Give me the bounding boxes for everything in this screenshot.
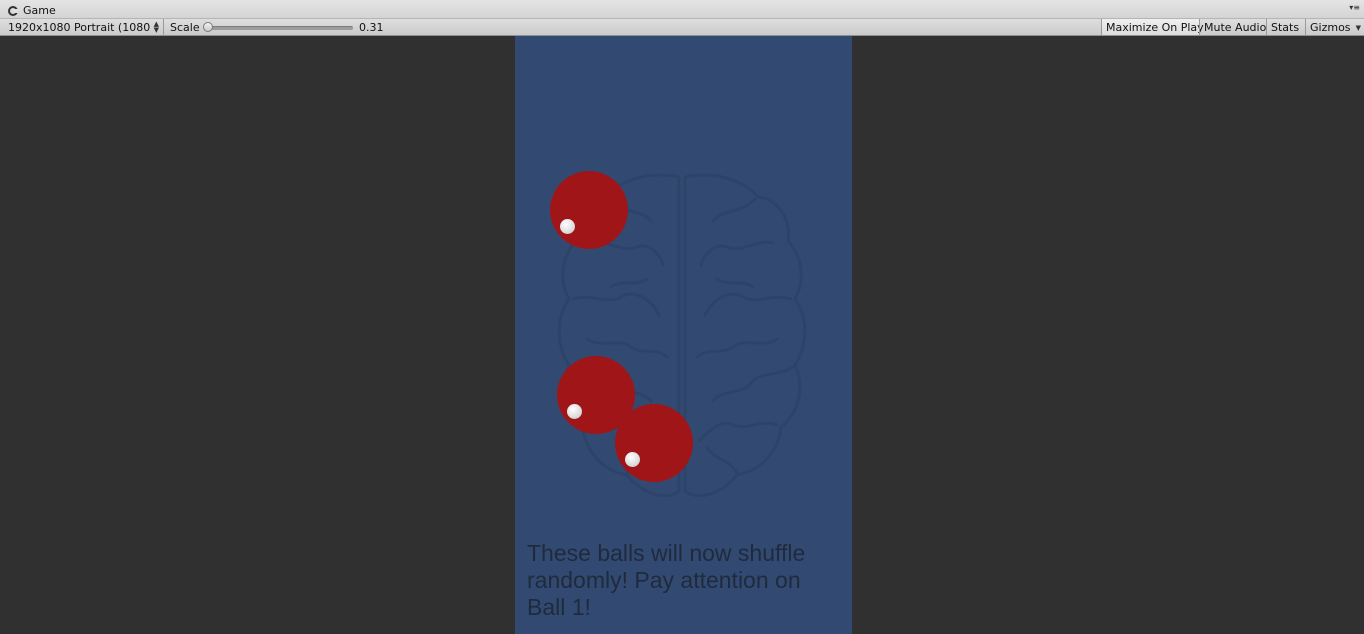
scale-slider-thumb[interactable] [203, 22, 213, 32]
tab-game[interactable]: Game [2, 2, 64, 19]
unity-game-window: Game ▾≡ 1920x1080 Portrait (1080x ▲ ▼ Sca… [0, 0, 1364, 634]
maximize-on-play-toggle[interactable]: Maximize On Play [1101, 19, 1204, 35]
gizmos-dropdown[interactable]: Gizmos ▼ [1305, 19, 1364, 35]
ball-highlight [560, 219, 575, 234]
scale-slider[interactable] [203, 19, 355, 35]
game-toolbar: 1920x1080 Portrait (1080x ▲ ▼ Scale 0.31 … [0, 19, 1364, 36]
chevron-updown-icon: ▲ ▼ [153, 20, 159, 34]
gizmos-label: Gizmos [1310, 20, 1351, 34]
resolution-dropdown[interactable]: 1920x1080 Portrait (1080x ▲ ▼ [2, 19, 164, 35]
mute-audio-toggle[interactable]: Mute Audio [1199, 19, 1266, 35]
ball-highlight [625, 452, 640, 467]
ball-highlight [567, 404, 582, 419]
resolution-label: 1920x1080 Portrait (1080x [8, 20, 150, 34]
ball [615, 404, 693, 482]
scale-slider-track[interactable] [207, 26, 353, 30]
game-tab-icon [8, 5, 18, 16]
tab-title: Game [23, 4, 56, 17]
scale-label: Scale [170, 20, 200, 34]
menu-dots-icon[interactable]: ▾≡ [1349, 4, 1360, 12]
game-viewport[interactable]: These balls will now shuffle randomly! P… [515, 36, 852, 634]
stats-toggle[interactable]: Stats [1266, 19, 1305, 35]
scale-value: 0.31 [359, 20, 384, 34]
title-bar: Game ▾≡ [0, 0, 1364, 19]
instruction-text: These balls will now shuffle randomly! P… [527, 540, 806, 620]
ball [550, 171, 628, 249]
chevron-down-icon[interactable]: ▼ [1356, 24, 1361, 32]
